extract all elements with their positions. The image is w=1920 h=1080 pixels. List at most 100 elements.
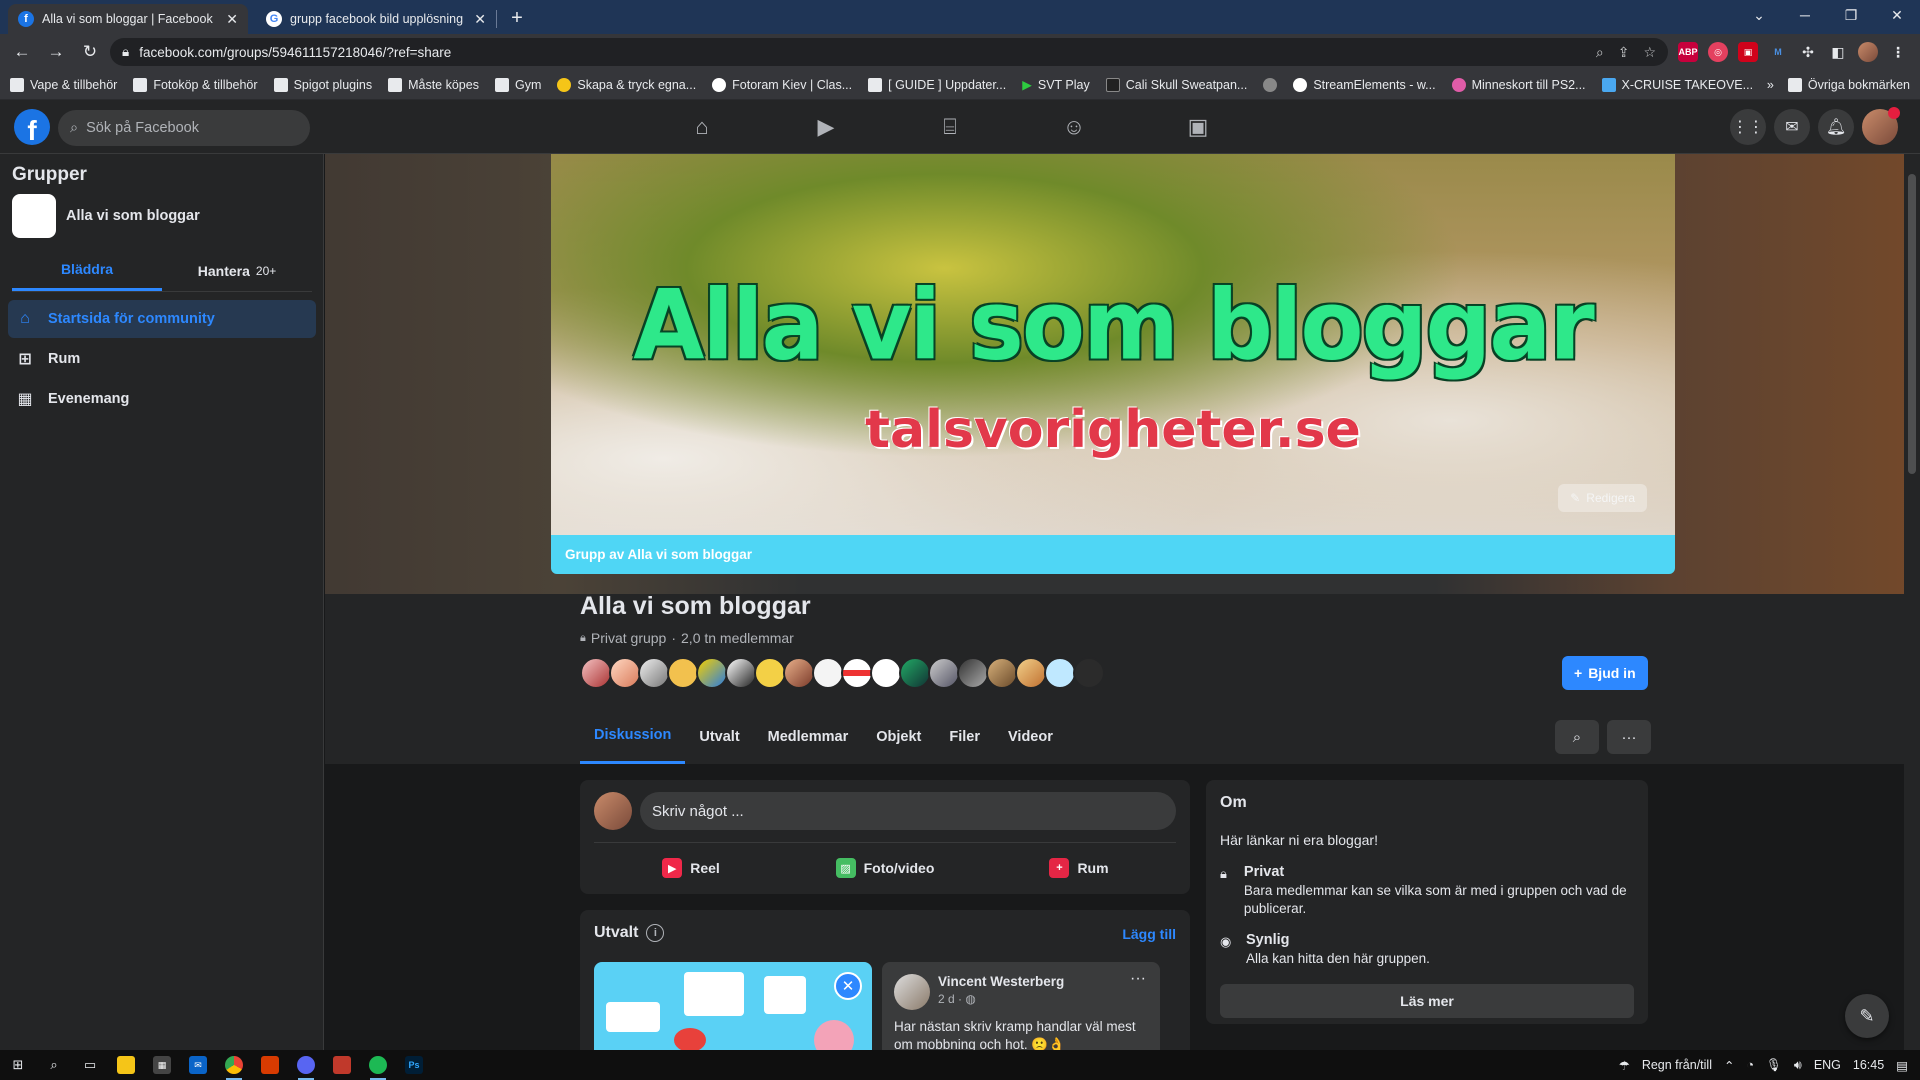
messenger-icon[interactable]: ✉: [1774, 109, 1810, 145]
bookmark-item[interactable]: Fotoram Kiev | Clas...: [712, 77, 852, 92]
microphone-icon[interactable]: 🎙︎: [1766, 1058, 1782, 1073]
tab-browse[interactable]: Bläddra: [12, 250, 162, 291]
scrollbar-thumb[interactable]: [1908, 174, 1916, 474]
nav-groups-icon[interactable]: ☺: [1012, 100, 1136, 154]
bookmark-item[interactable]: Gym: [494, 77, 541, 92]
address-bar[interactable]: 🔒︎ facebook.com/groups/594611157218046/?…: [110, 38, 1668, 66]
extension-icon[interactable]: ▣: [1738, 42, 1758, 62]
group-member-count[interactable]: 2,0 tn medlemmar: [681, 630, 794, 646]
tab-members[interactable]: Medlemmar: [754, 709, 863, 764]
tab-videos[interactable]: Videor: [994, 709, 1067, 764]
page-scrollbar[interactable]: [1904, 154, 1920, 1050]
author-avatar[interactable]: [894, 974, 930, 1010]
member-avatar[interactable]: [812, 657, 844, 689]
member-avatar[interactable]: [783, 657, 815, 689]
side-panel-icon[interactable]: ◧: [1828, 42, 1848, 62]
new-message-button[interactable]: ✎: [1845, 994, 1889, 1038]
member-avatar[interactable]: [609, 657, 641, 689]
cover-photo[interactable]: Alla vi som bloggar talsvorigheter.se ✎ R…: [551, 154, 1675, 535]
member-avatar[interactable]: [870, 657, 902, 689]
minimize-button[interactable]: ─: [1782, 0, 1828, 30]
featured-post[interactable]: Vincent Westerberg 2 d · ◍ ··· Har nästa…: [882, 962, 1160, 1050]
bookmark-item[interactable]: Skapa & tryck egna...: [557, 77, 696, 92]
photoshop-icon[interactable]: Ps: [396, 1050, 432, 1080]
tab-search-icon[interactable]: ⌄: [1736, 0, 1782, 30]
close-icon[interactable]: ✕: [834, 972, 862, 1000]
room-button[interactable]: + Rum: [982, 848, 1176, 888]
bookmark-item[interactable]: Vape & tillbehör: [10, 77, 117, 92]
group-privacy[interactable]: Privat grupp: [591, 630, 666, 646]
chevron-up-icon[interactable]: ⌃: [1724, 1058, 1734, 1073]
mail-icon[interactable]: ✉: [180, 1050, 216, 1080]
more-bookmarks-button[interactable]: »: [1767, 78, 1774, 92]
post-author[interactable]: Vincent Westerberg: [938, 974, 1064, 989]
member-avatar[interactable]: [899, 657, 931, 689]
browser-tab-google[interactable]: G grupp facebook bild upplösning ✕: [256, 4, 496, 34]
nav-marketplace-icon[interactable]: ⌸: [888, 100, 1012, 154]
bookmark-item[interactable]: StreamElements - w...: [1293, 77, 1436, 92]
nav-watch-icon[interactable]: ▶: [764, 100, 888, 154]
member-avatar[interactable]: [754, 657, 786, 689]
profile-avatar[interactable]: [1858, 42, 1878, 62]
forward-button[interactable]: →: [42, 38, 70, 66]
member-avatar[interactable]: [580, 657, 612, 689]
my-avatar[interactable]: [594, 792, 632, 830]
close-tab-icon[interactable]: ✕: [474, 11, 486, 28]
windows-start-icon[interactable]: ⊞: [0, 1050, 36, 1080]
facebook-logo[interactable]: f: [14, 109, 50, 145]
bookmark-item[interactable]: Spigot plugins: [273, 77, 372, 92]
browser-menu-icon[interactable]: ⋮: [1888, 42, 1908, 62]
new-tab-button[interactable]: +: [503, 4, 531, 32]
weather-icon[interactable]: ☂: [1619, 1058, 1630, 1073]
sidebar-item-events[interactable]: ▦ Evenemang: [8, 380, 316, 418]
discord-icon[interactable]: [288, 1050, 324, 1080]
sidebar-item-rooms[interactable]: ⊞ Rum: [8, 340, 316, 378]
cover-banner[interactable]: Grupp av Alla vi som bloggar: [551, 535, 1675, 574]
member-avatar[interactable]: [638, 657, 670, 689]
adblock-extension-icon[interactable]: ABP: [1678, 42, 1698, 62]
member-avatar[interactable]: [1073, 657, 1105, 689]
add-featured-link[interactable]: Lägg till: [1122, 926, 1176, 942]
group-search-button[interactable]: ⌕: [1555, 720, 1599, 754]
office-icon[interactable]: [252, 1050, 288, 1080]
bookmark-item[interactable]: Måste köpes: [388, 77, 479, 92]
nav-gaming-icon[interactable]: ▣: [1136, 100, 1260, 154]
member-avatars[interactable]: [580, 657, 1105, 689]
task-view-icon[interactable]: ▭: [72, 1050, 108, 1080]
extension-icon[interactable]: ◎: [1708, 42, 1728, 62]
group-more-button[interactable]: ···: [1607, 720, 1651, 754]
invite-button[interactable]: + Bjud in: [1562, 656, 1648, 690]
tab-topics[interactable]: Objekt: [862, 709, 935, 764]
bookmark-star-icon[interactable]: ☆: [1643, 44, 1656, 61]
member-avatar[interactable]: [957, 657, 989, 689]
member-avatar[interactable]: [1015, 657, 1047, 689]
reload-button[interactable]: ↻: [76, 38, 104, 66]
close-window-button[interactable]: ✕: [1874, 0, 1920, 30]
notifications-bell-icon[interactable]: 🔔︎: [1818, 109, 1854, 145]
featured-illustration[interactable]: ✕: [594, 962, 872, 1050]
bookmark-item[interactable]: [ GUIDE ] Uppdater...: [868, 77, 1006, 92]
tab-files[interactable]: Filer: [935, 709, 994, 764]
member-avatar[interactable]: [725, 657, 757, 689]
tab-discussion[interactable]: Diskussion: [580, 709, 686, 764]
close-tab-icon[interactable]: ✕: [226, 11, 238, 28]
bookmark-item[interactable]: Cali Skull Sweatpan...: [1105, 77, 1247, 92]
tab-featured[interactable]: Utvalt: [685, 709, 753, 764]
account-avatar[interactable]: [1862, 107, 1900, 145]
read-more-button[interactable]: Läs mer: [1220, 984, 1634, 1018]
other-bookmarks[interactable]: Övriga bokmärken: [1787, 78, 1910, 92]
sidebar-item-community-home[interactable]: ⌂ Startsida för community: [8, 300, 316, 338]
volume-icon[interactable]: 🔊︎: [1794, 1058, 1802, 1073]
bookmark-item[interactable]: Fotoköp & tillbehör: [133, 77, 258, 92]
app-icon[interactable]: [324, 1050, 360, 1080]
bookmark-item[interactable]: X-CRUISE TAKEOVE...: [1601, 77, 1753, 92]
restore-button[interactable]: ❐: [1828, 0, 1874, 30]
info-icon[interactable]: i: [646, 924, 665, 942]
member-avatar[interactable]: [667, 657, 699, 689]
reel-button[interactable]: ▶ Reel: [594, 848, 788, 888]
member-avatar[interactable]: [986, 657, 1018, 689]
store-icon[interactable]: ▦: [144, 1050, 180, 1080]
notifications-icon[interactable]: ▤: [1896, 1058, 1908, 1073]
facebook-search-input[interactable]: ⌕ Sök på Facebook: [58, 110, 310, 146]
photo-video-button[interactable]: ▨ Foto/video: [788, 848, 982, 888]
